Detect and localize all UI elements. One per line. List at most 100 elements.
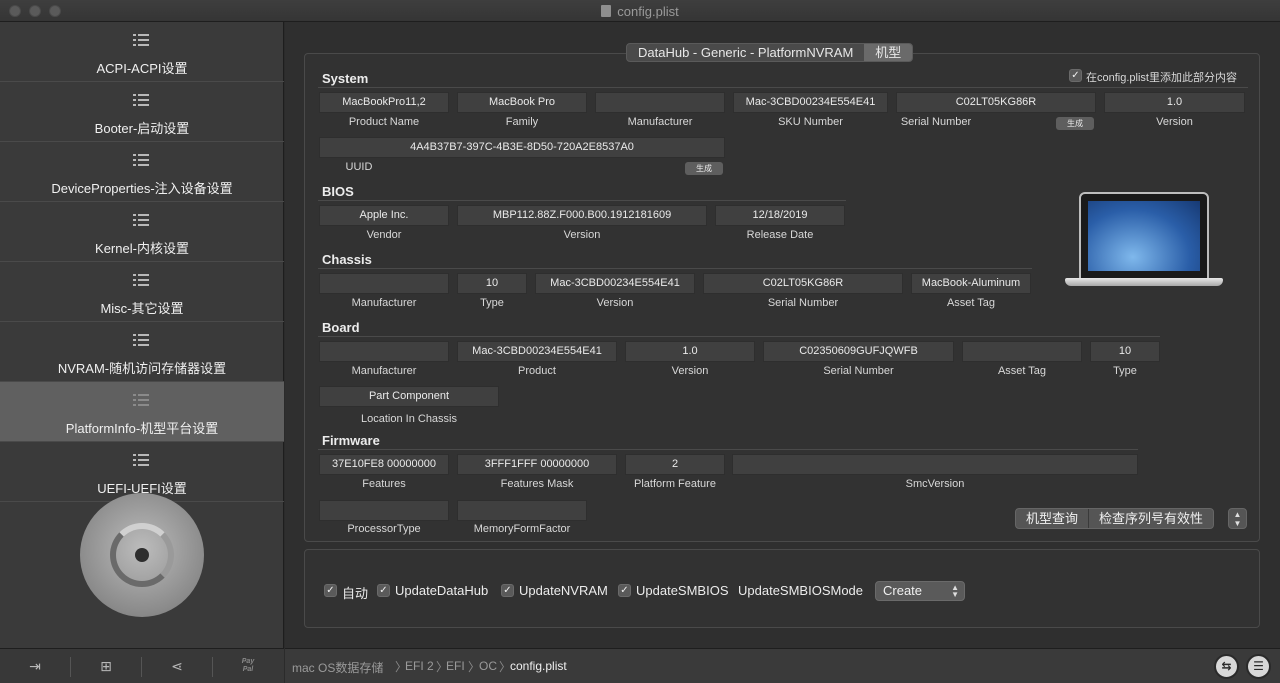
check-serial-button[interactable]: 检查序列号有效性	[1088, 509, 1213, 528]
board-asset-tag-label: Asset Tag	[997, 365, 1047, 377]
list-icon	[133, 334, 149, 348]
tab-model[interactable]: 机型	[864, 44, 913, 61]
chevron-down-icon: ▼	[1233, 519, 1242, 528]
sidebar-item-label: Misc-其它设置	[100, 301, 184, 316]
chassis-type-field[interactable]: 10	[457, 273, 527, 294]
laptop-screen	[1088, 201, 1200, 271]
tab-bar: DataHub - Generic - PlatformNVRAM 机型	[626, 43, 914, 62]
update-nvram-checkbox[interactable]: ✓	[501, 584, 514, 597]
bios-release-date-label: Release Date	[746, 229, 814, 241]
board-location-field[interactable]: Part Component	[319, 386, 499, 407]
memory-form-factor-label: MemoryFormFactor	[473, 523, 571, 535]
generate-serial-button[interactable]: 生成	[1056, 117, 1094, 130]
sku-number-field[interactable]: Mac-3CBD00234E554E41	[733, 92, 888, 113]
uuid-field[interactable]: 4A4B37B7-397C-4B3E-8D50-720A2E8537A0	[319, 137, 725, 158]
breadcrumb-current[interactable]: config.plist	[510, 659, 567, 673]
list-icon	[133, 214, 149, 228]
window-title: config.plist	[0, 4, 1280, 19]
features-mask-label: Features Mask	[500, 478, 574, 490]
bios-release-date-field[interactable]: 12/18/2019	[715, 205, 845, 226]
bios-version-label: Version	[563, 229, 601, 241]
section-title-bios: BIOS	[322, 184, 354, 199]
product-name-label: Product Name	[348, 116, 420, 128]
board-manufacturer-field[interactable]	[319, 341, 449, 362]
breadcrumb-item[interactable]: EFI 2	[405, 659, 434, 673]
action-button-group: 机型查询 检查序列号有效性	[1015, 508, 1215, 529]
chevron-up-icon: ▲	[1233, 510, 1242, 519]
auto-checkbox[interactable]: ✓	[324, 584, 337, 597]
separator	[141, 657, 142, 677]
update-smbios-label: UpdateSMBIOS	[636, 583, 729, 598]
import-icon[interactable]: ⇥	[25, 657, 45, 675]
model-query-button[interactable]: 机型查询	[1016, 509, 1088, 528]
breadcrumb-item[interactable]: EFI	[446, 659, 465, 673]
macbook-image	[1063, 188, 1225, 292]
version-field[interactable]: 1.0	[1104, 92, 1245, 113]
processor-type-field[interactable]	[319, 500, 449, 521]
board-type-field[interactable]: 10	[1090, 341, 1160, 362]
features-mask-field[interactable]: 3FFF1FFF 00000000	[457, 454, 617, 475]
features-field[interactable]: 37E10FE8 00000000	[319, 454, 449, 475]
sidebar-item-misc[interactable]: Misc-其它设置	[0, 262, 284, 322]
update-nvram-label: UpdateNVRAM	[519, 583, 608, 598]
board-type-label: Type	[1113, 365, 1137, 377]
sidebar-item-label: ACPI-ACPI设置	[96, 61, 188, 76]
chassis-serial-field[interactable]: C02LT05KG86R	[703, 273, 903, 294]
chassis-manufacturer-field[interactable]	[319, 273, 449, 294]
sidebar-item-nvram[interactable]: NVRAM-随机访问存储器设置	[0, 322, 284, 382]
list-menu-icon[interactable]: ☰	[1246, 654, 1271, 679]
sidebar-item-label: PlatformInfo-机型平台设置	[65, 421, 219, 436]
manufacturer-field[interactable]	[595, 92, 725, 113]
sidebar-item-acpi[interactable]: ACPI-ACPI设置	[0, 22, 284, 82]
serial-number-field[interactable]: C02LT05KG86R	[896, 92, 1096, 113]
chassis-serial-label: Serial Number	[767, 297, 839, 309]
board-asset-tag-field[interactable]	[962, 341, 1082, 362]
update-smbios-mode-label: UpdateSMBIOSMode	[738, 583, 864, 598]
product-name-field[interactable]: MacBookPro11,2	[319, 92, 449, 113]
sidebar-item-deviceproperties[interactable]: DeviceProperties-注入设备设置	[0, 142, 284, 202]
bios-version-field[interactable]: MBP112.88Z.F000.B00.1912181609	[457, 205, 707, 226]
serial-number-label: Serial Number	[900, 116, 972, 128]
board-serial-field[interactable]: C02350609GUFJQWFB	[763, 341, 954, 362]
chassis-version-field[interactable]: Mac-3CBD00234E554E41	[535, 273, 695, 294]
sidebar-item-kernel[interactable]: Kernel-内核设置	[0, 202, 284, 262]
status-bar: mac OS数据存储 〉 EFI 2 〉 EFI 〉 OC 〉 config.p…	[285, 648, 1280, 683]
section-title-system: System	[322, 71, 369, 86]
family-field[interactable]: MacBook Pro	[457, 92, 587, 113]
list-icon	[133, 94, 149, 108]
sidebar-item-platforminfo[interactable]: PlatformInfo-机型平台设置	[0, 382, 284, 442]
update-smbios-mode-select[interactable]: Create ▲ ▼	[875, 581, 965, 601]
board-product-field[interactable]: Mac-3CBD00234E554E41	[457, 341, 617, 362]
features-label: Features	[362, 478, 406, 490]
share-icon[interactable]: ⋖	[167, 657, 187, 675]
add-to-config-checkbox[interactable]: ✓	[1069, 69, 1082, 82]
chassis-asset-tag-field[interactable]: MacBook-Aluminum	[911, 273, 1031, 294]
generate-uuid-button[interactable]: 生成	[685, 162, 723, 175]
separator	[212, 657, 213, 677]
platform-feature-field[interactable]: 2	[625, 454, 725, 475]
update-smbios-checkbox[interactable]: ✓	[618, 584, 631, 597]
tab-generic[interactable]: DataHub - Generic - PlatformNVRAM	[627, 44, 864, 61]
add-file-icon[interactable]: ⊞	[96, 657, 116, 675]
section-divider	[318, 336, 1160, 337]
board-product-label: Product	[518, 365, 556, 377]
breadcrumb-item[interactable]: mac OS数据存储	[292, 659, 383, 676]
smc-version-field[interactable]	[732, 454, 1138, 475]
family-label: Family	[505, 116, 539, 128]
paypal-icon[interactable]: Pay Pal	[238, 658, 258, 676]
action-stepper[interactable]: ▲ ▼	[1228, 508, 1247, 529]
list-icon	[133, 34, 149, 48]
disk-hole	[135, 548, 149, 562]
update-datahub-checkbox[interactable]: ✓	[377, 584, 390, 597]
breadcrumb-item[interactable]: OC	[479, 659, 497, 673]
section-divider	[318, 268, 1032, 269]
board-version-field[interactable]: 1.0	[625, 341, 755, 362]
swap-arrows-icon[interactable]: ⇆	[1214, 654, 1239, 679]
sidebar-item-booter[interactable]: Booter-启动设置	[0, 82, 284, 142]
bios-vendor-field[interactable]: Apple Inc.	[319, 205, 449, 226]
list-icon	[133, 454, 149, 468]
update-datahub-label: UpdateDataHub	[395, 583, 489, 598]
chassis-manufacturer-label: Manufacturer	[351, 297, 417, 309]
memory-form-factor-field[interactable]	[457, 500, 587, 521]
list-icon	[133, 154, 149, 168]
